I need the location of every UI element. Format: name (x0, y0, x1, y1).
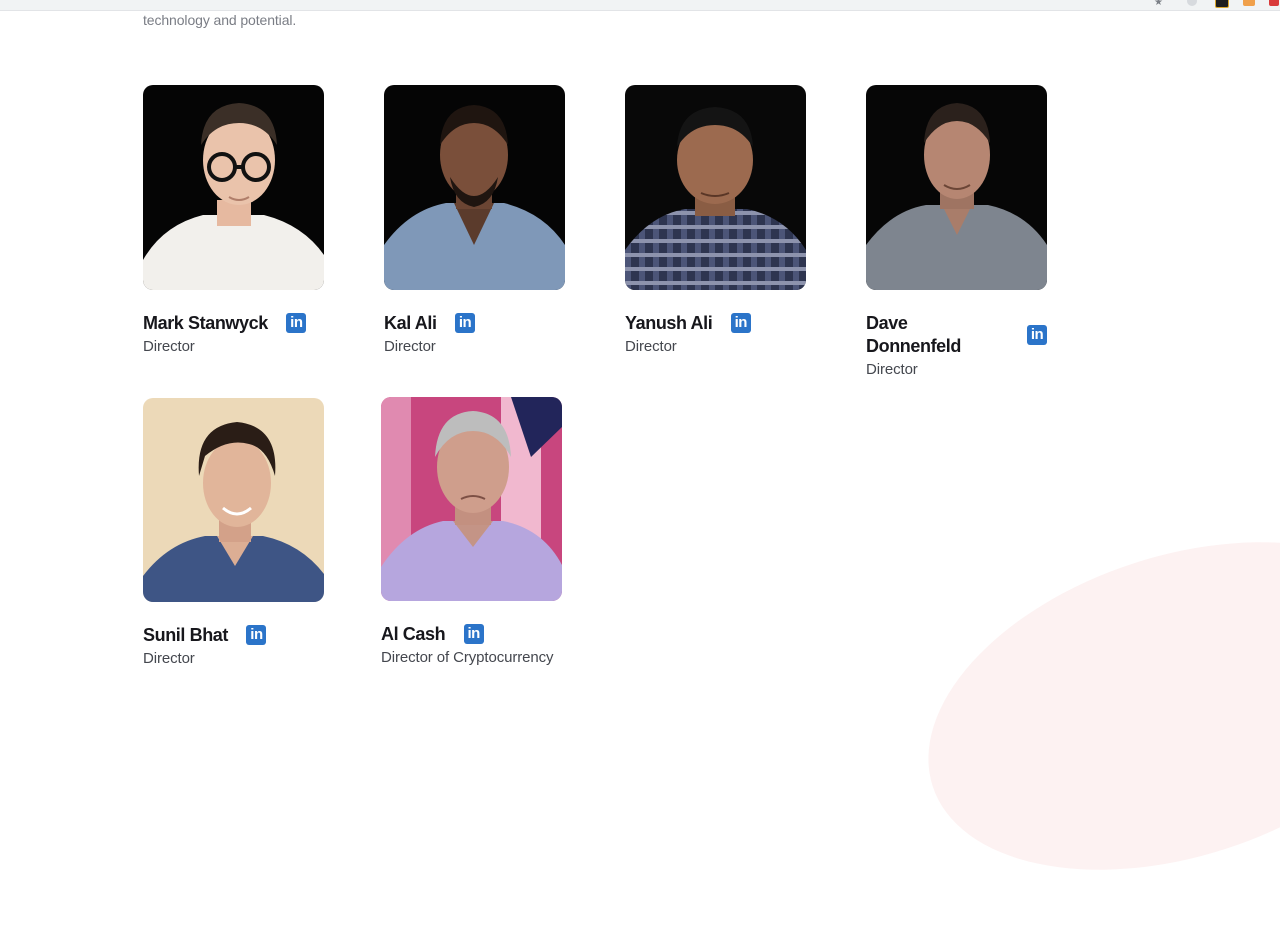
member-photo (625, 85, 806, 290)
team-member-card: Kal Ali Director (384, 85, 565, 355)
member-photo (143, 85, 324, 290)
extension-icon[interactable] (1215, 0, 1229, 8)
team-member-card: Mark Stanwyck Director (143, 85, 324, 355)
member-photo (143, 398, 324, 602)
member-role: Director of Cryptocurrency (381, 649, 554, 666)
member-photo (866, 85, 1047, 290)
member-photo-portrait (143, 398, 324, 602)
metamask-extension-icon[interactable] (1243, 0, 1255, 6)
intro-text: technology and potential. (143, 12, 297, 28)
member-name: Kal Ali (384, 313, 437, 333)
member-photo (381, 397, 562, 601)
linkedin-icon[interactable] (455, 313, 475, 333)
member-name: Al Cash (381, 624, 446, 644)
team-member-card: Yanush Ali Director (625, 85, 806, 355)
member-name: Yanush Ali (625, 313, 713, 333)
member-name: Sunil Bhat (143, 625, 228, 645)
team-member-card: Dave Donnenfeld Director (866, 85, 1047, 378)
member-photo (384, 85, 565, 290)
linkedin-icon[interactable] (730, 313, 751, 333)
member-photo-portrait (381, 397, 562, 601)
member-photo-portrait (384, 85, 565, 290)
member-role: Director (866, 361, 918, 378)
linkedin-icon[interactable] (286, 313, 307, 333)
member-photo-portrait (143, 85, 324, 290)
linkedin-icon[interactable] (246, 625, 267, 645)
member-photo-portrait (625, 85, 806, 290)
member-role: Director (143, 338, 195, 355)
member-name: Dave Donnenfeld (866, 313, 961, 356)
team-member-card: Al Cash Director of Cryptocurrency (381, 397, 562, 666)
member-role: Director (143, 650, 195, 667)
linkedin-icon[interactable] (1027, 325, 1047, 345)
member-role: Director (625, 338, 677, 355)
linkedin-icon[interactable] (463, 624, 484, 644)
member-role: Director (384, 338, 436, 355)
member-photo-portrait (866, 85, 1047, 290)
extension-icon[interactable] (1269, 0, 1279, 6)
browser-toolbar-strip: ★ (0, 0, 1280, 11)
bookmark-star-icon[interactable]: ★ (1154, 0, 1166, 8)
member-name: Mark Stanwyck (143, 313, 268, 333)
extension-icon[interactable] (1187, 0, 1197, 6)
decorative-background-shape (886, 482, 1280, 929)
team-member-card: Sunil Bhat Director (143, 398, 324, 667)
